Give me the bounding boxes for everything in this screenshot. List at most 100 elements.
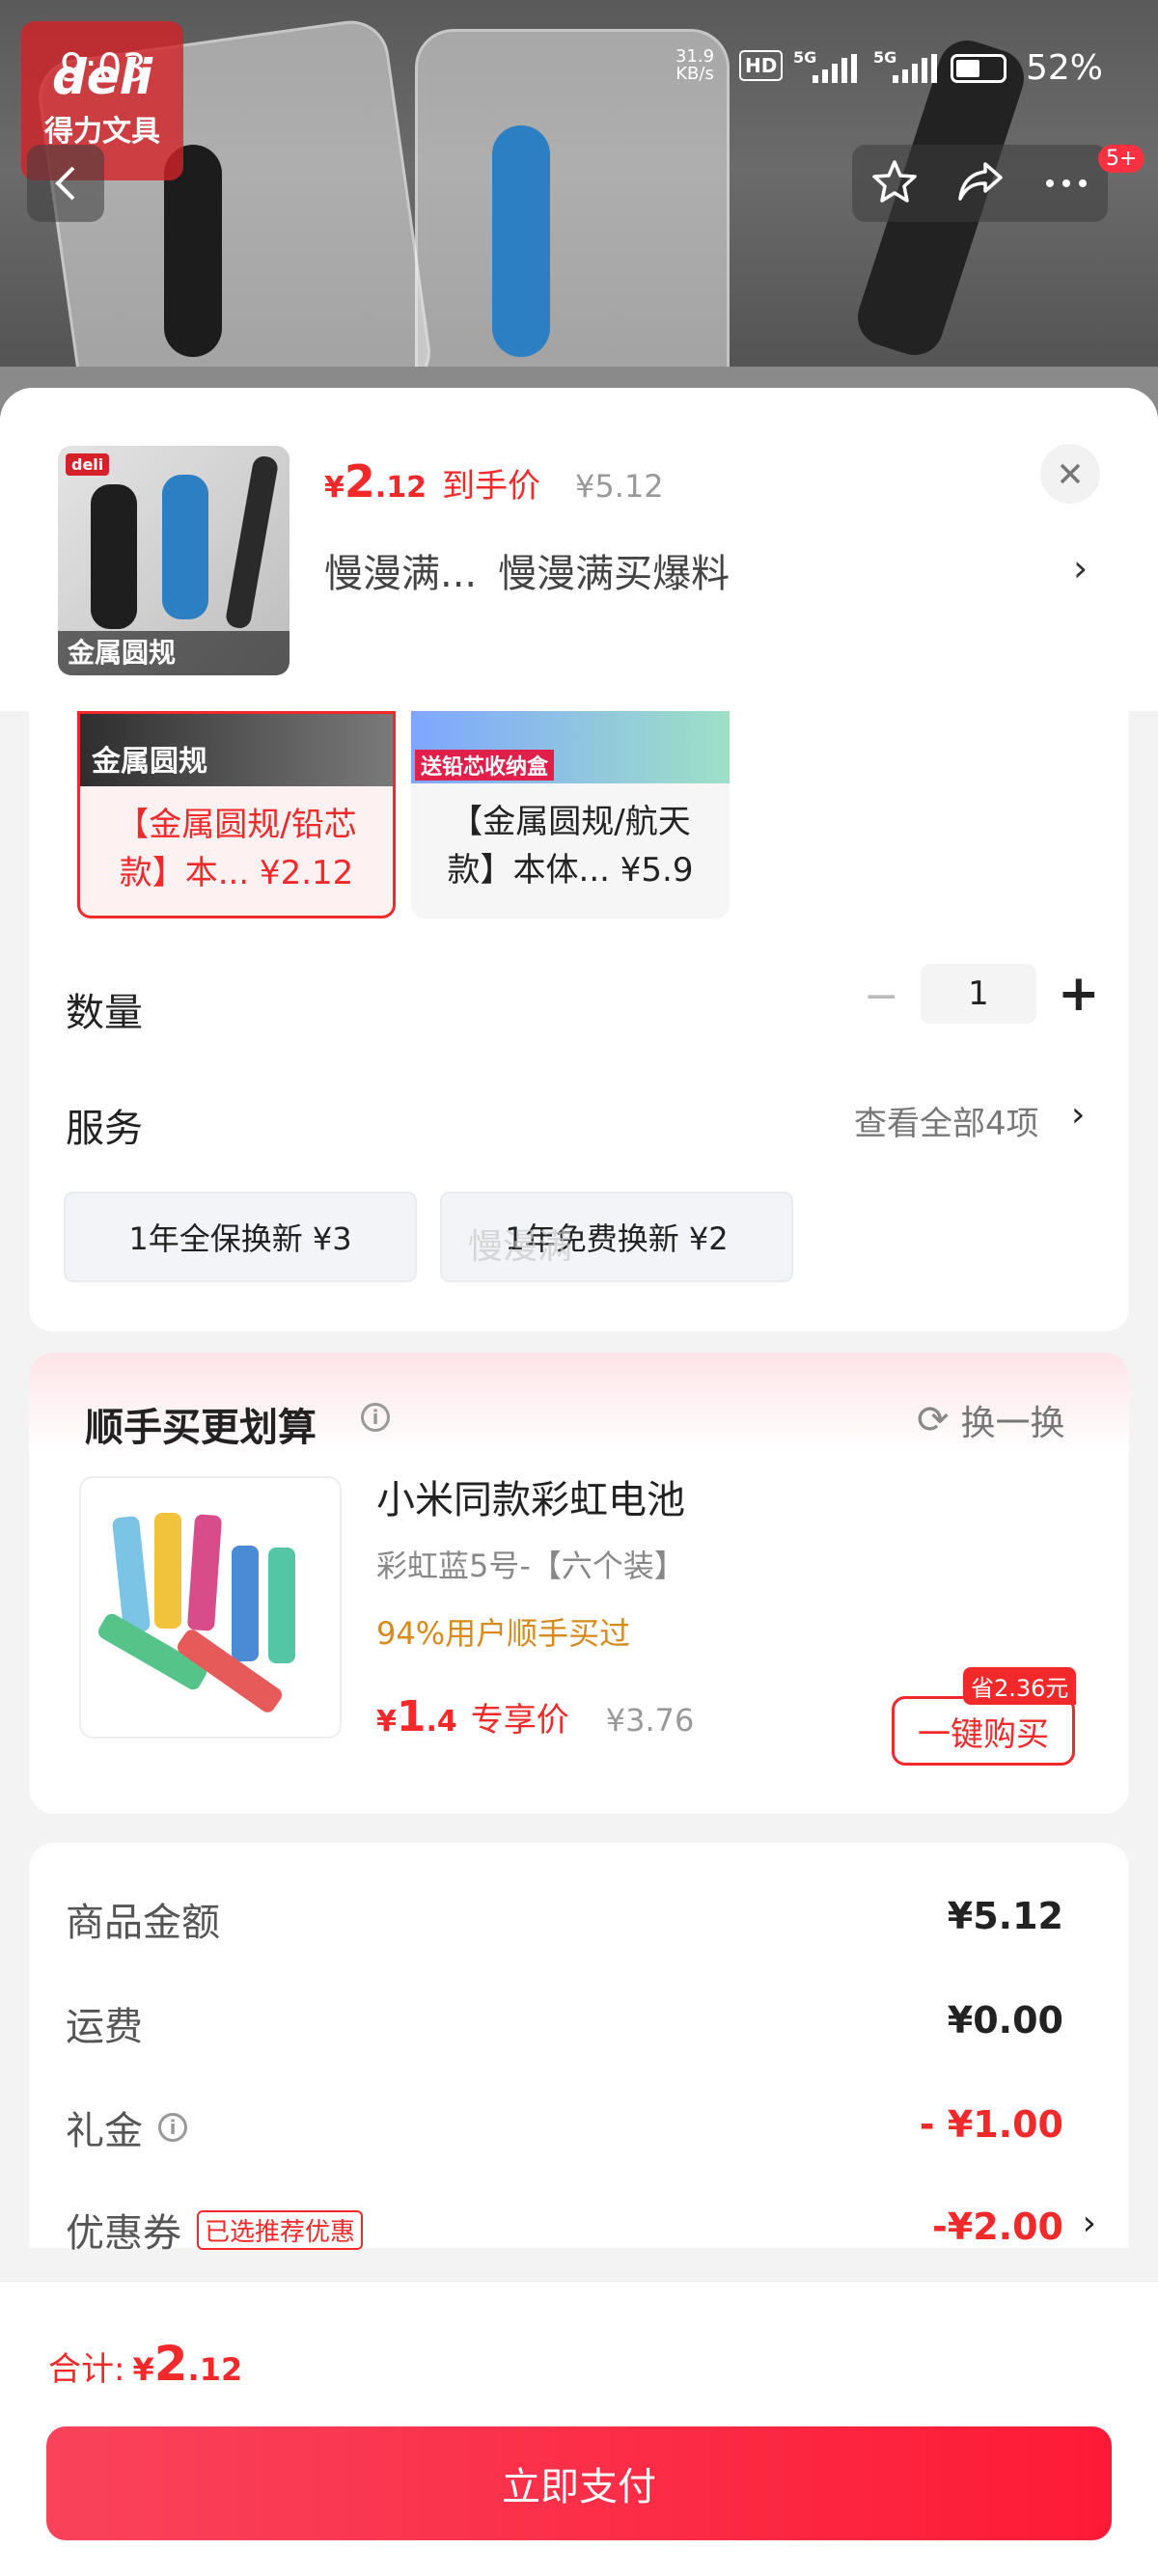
star-icon — [872, 160, 917, 203]
variant-option[interactable]: 送铅芯收纳盒 【金属圆规/航天 款】本体... ¥5.9 — [411, 711, 730, 918]
total-row: 合计: ¥2.12 — [48, 2336, 242, 2392]
message-badge: 5+ — [1098, 145, 1145, 173]
price-row: ¥2.12 到手价 ¥5.12 — [324, 455, 664, 507]
total-label: 合计: — [48, 2350, 125, 2389]
price-int: 2 — [344, 455, 375, 507]
variant-image: 金属圆规 — [80, 714, 393, 786]
combo-price-symbol: ¥ — [376, 1705, 397, 1739]
total-int: 2 — [153, 2336, 188, 2392]
signal-icon-1 — [813, 54, 857, 83]
combo-price-row: ¥1.4 专享价 ¥3.76 — [376, 1692, 694, 1741]
final-price: ¥2.12 — [324, 455, 427, 507]
quantity-minus-button[interactable]: − — [864, 972, 899, 1021]
variant-line1: 【金属圆规/铅芯 — [116, 806, 357, 844]
watermark: 慢漫满 — [468, 1227, 573, 1267]
thumb-compass-large — [224, 454, 280, 630]
sku-sheet: deli 金属圆规 ¥2.12 到手价 ¥5.12 慢漫满... 慢漫满买爆料 … — [0, 388, 1158, 2576]
combo-price: ¥1.4 — [376, 1692, 457, 1741]
summary-card: 商品金额 ¥5.12 运费 ¥0.00 礼金 i - ¥1.00 优惠券 已选推… — [29, 1843, 1129, 2256]
total-dec: .12 — [187, 2351, 243, 2388]
spec-full: 慢漫满买爆料 — [498, 552, 731, 596]
battery-icon — [951, 54, 1006, 83]
more-button[interactable] — [1044, 175, 1089, 193]
service-option[interactable]: 1年全保换新 ¥3 — [64, 1192, 417, 1282]
net-speed: 31.9 KB/s — [676, 48, 714, 83]
combo-product-name[interactable]: 小米同款彩虹电池 — [376, 1468, 685, 1524]
back-button[interactable] — [27, 145, 104, 222]
selected-spec[interactable]: 慢漫满... 慢漫满买爆料 — [324, 542, 730, 598]
thumb-compass-blue — [162, 475, 208, 619]
thumb-label: 金属圆规 — [58, 631, 290, 675]
close-icon — [1060, 463, 1081, 484]
combo-price-int: 1 — [396, 1692, 427, 1741]
battery-product-image[interactable] — [79, 1476, 342, 1739]
goods-amount-label: 商品金额 — [66, 1901, 220, 1945]
share-icon — [958, 162, 1004, 201]
gift-row: 礼金 i - ¥1.00 — [66, 2099, 1089, 2157]
checkout-footer: 合计: ¥2.12 立即支付 — [0, 2281, 1158, 2576]
combo-product-hot: 94%用户顺手买过 — [376, 1615, 631, 1652]
combo-product-spec: 彩虹蓝5号-【六个装】 — [376, 1548, 685, 1584]
original-price: ¥5.12 — [575, 468, 664, 505]
compass-blue — [492, 125, 550, 357]
total-symbol: ¥ — [132, 2351, 154, 2388]
gift-label-group: 礼金 i — [66, 2099, 187, 2155]
coupon-row[interactable]: 优惠券 已选推荐优惠 -¥2.00 › — [66, 2202, 1096, 2260]
options-card: 金属圆规 【金属圆规/铅芯 款】本... ¥2.12 送铅芯收纳盒 【金属圆规/… — [29, 711, 1129, 1331]
variant-option[interactable]: 金属圆规 【金属圆规/铅芯 款】本... ¥2.12 — [77, 711, 396, 918]
info-icon[interactable]: i — [158, 2113, 187, 2142]
favorite-button[interactable] — [871, 159, 918, 207]
coupon-value: -¥2.00 — [932, 2206, 1063, 2248]
service-view-all[interactable]: 查看全部4项 — [854, 1097, 1039, 1144]
chevron-right-icon: › — [1071, 1095, 1086, 1135]
chevron-right-icon: › — [1073, 547, 1089, 589]
combo-price-tag: 专享价 — [470, 1701, 569, 1740]
status-bar: 9:03 31.9 KB/s HD 5G 5G 52% — [0, 0, 1158, 145]
thumb-compass-black — [91, 484, 137, 629]
coupon-recommend-tag: 已选推荐优惠 — [197, 2209, 364, 2250]
coupon-label: 优惠券 — [66, 2211, 181, 2256]
variant-image: 送铅芯收纳盒 — [411, 711, 730, 783]
price-dec: .12 — [374, 471, 427, 505]
refresh-button[interactable]: ⟳ 换一换 — [917, 1395, 1065, 1445]
variant-line1: 【金属圆规/航天 — [450, 803, 691, 841]
save-badge: 省2.36元 — [963, 1667, 1077, 1705]
product-thumbnail[interactable]: deli 金属圆规 — [58, 446, 290, 675]
price-tag: 到手价 — [442, 467, 541, 506]
battery-fill — [956, 60, 979, 77]
info-icon[interactable]: i — [361, 1403, 390, 1432]
quantity-label: 数量 — [66, 991, 143, 1035]
quantity-input[interactable]: 1 — [921, 964, 1036, 1024]
refresh-icon: ⟳ — [917, 1398, 950, 1442]
net-speed-unit: KB/s — [676, 64, 714, 84]
chevron-right-icon: › — [1082, 2204, 1096, 2243]
shipping-value: ¥0.00 — [947, 1999, 1063, 2042]
variant-line2: 款】本体... ¥5.9 — [447, 851, 694, 890]
signal-icon-2 — [893, 54, 937, 83]
gift-value: - ¥1.00 — [919, 2103, 1063, 2146]
sheet-header: deli 金属圆规 ¥2.12 到手价 ¥5.12 慢漫满... 慢漫满买爆料 … — [0, 388, 1158, 711]
more-icon — [1045, 178, 1087, 187]
one-click-buy-button[interactable]: 一键购买 — [892, 1696, 1075, 1766]
pay-now-button[interactable]: 立即支付 — [46, 2426, 1112, 2540]
total-value: ¥2.12 — [132, 2336, 242, 2392]
variant-image-label: 送铅芯收纳盒 — [415, 750, 555, 781]
close-button[interactable] — [1040, 444, 1100, 504]
shipping-label: 运费 — [66, 2005, 143, 2049]
back-icon — [55, 166, 75, 201]
combo-price-dec: .4 — [426, 1705, 457, 1739]
variant-line2: 款】本... ¥2.12 — [119, 854, 354, 892]
gift-label: 礼金 — [66, 2109, 143, 2153]
thumb-logo: deli — [66, 453, 110, 476]
share-button[interactable] — [956, 160, 1005, 206]
hd-icon: HD — [739, 50, 784, 81]
variant-text: 【金属圆规/铅芯 款】本... ¥2.12 — [80, 801, 393, 897]
service-label: 服务 — [66, 1107, 143, 1151]
combo-title: 顺手买更划算 — [85, 1406, 317, 1450]
quantity-plus-button[interactable]: + — [1058, 964, 1100, 1024]
shipping-row: 运费 ¥0.00 — [66, 1995, 1089, 2053]
battery-percent: 52% — [1026, 48, 1104, 88]
combo-original-price: ¥3.76 — [605, 1702, 695, 1739]
refresh-label: 换一换 — [960, 1404, 1065, 1443]
combo-card: 顺手买更划算 i ⟳ 换一换 小米同款彩虹电池 彩虹蓝5号-【六个装】 94%用… — [29, 1353, 1129, 1814]
